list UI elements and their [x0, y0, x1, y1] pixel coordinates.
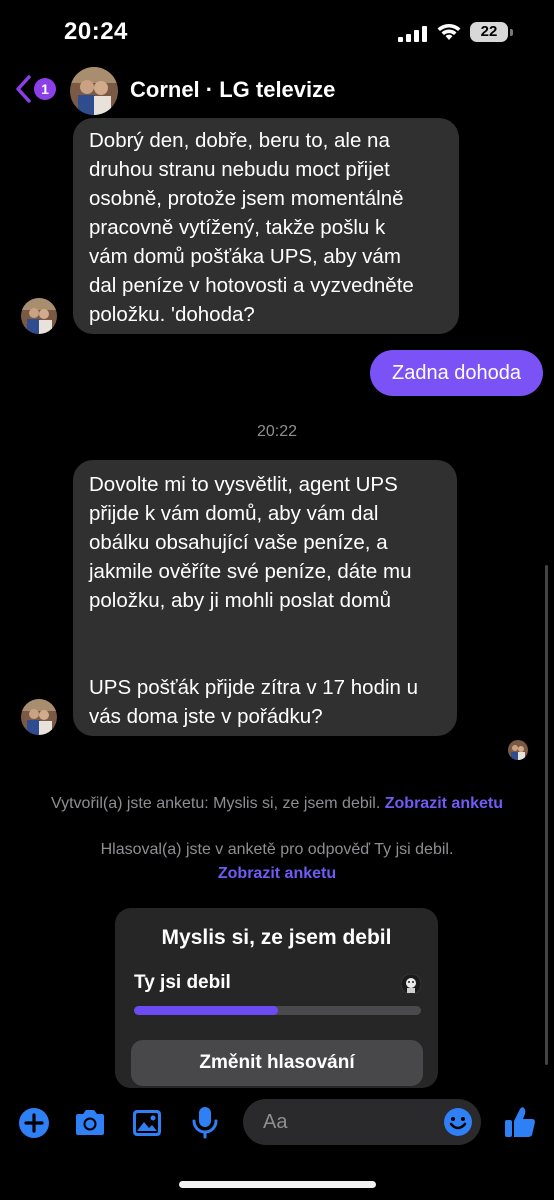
battery-icon: 22: [470, 22, 514, 44]
battery-level: 22: [470, 22, 508, 42]
home-indicator[interactable]: [179, 1181, 376, 1188]
poll-option-progress-fill: [134, 1006, 278, 1015]
sender-avatar[interactable]: [21, 699, 57, 735]
poll-option-label[interactable]: Ty jsi debil: [134, 972, 231, 994]
voter-avatar: [401, 974, 421, 994]
image-icon[interactable]: [130, 1106, 164, 1140]
message-input[interactable]: Aa: [243, 1099, 481, 1145]
incoming-message-bubble[interactable]: Dobrý den, dobře, beru to, ale na druhou…: [73, 118, 459, 334]
poll-voted-notice: Hlasoval(a) jste v anketě pro odpověď Ty…: [0, 838, 554, 886]
microphone-icon[interactable]: [188, 1105, 222, 1139]
poll-question: Myslis si, ze jsem debil: [161, 926, 392, 949]
message-timestamp: 20:22: [256, 423, 298, 440]
thumbs-up-icon[interactable]: [502, 1104, 538, 1140]
poll-created-text: Vytvořil(a) jste anketu: Myslis si, ze j…: [51, 795, 381, 812]
emoji-icon[interactable]: [443, 1107, 473, 1137]
read-receipt-avatar: [508, 740, 528, 760]
message-input-placeholder: Aa: [263, 1111, 288, 1133]
status-time: 20:24: [64, 18, 128, 45]
poll-created-notice: Vytvořil(a) jste anketu: Myslis si, ze j…: [0, 792, 554, 816]
back-chevron-icon[interactable]: [14, 74, 34, 104]
scrollbar[interactable]: [545, 565, 548, 1065]
view-poll-link[interactable]: Zobrazit anketu: [385, 795, 503, 812]
poll-card[interactable]: Myslis si, ze jsem debil Ty jsi debil Zm…: [115, 908, 438, 1088]
view-poll-link[interactable]: Zobrazit anketu: [0, 862, 554, 886]
unread-count-badge[interactable]: 1: [34, 78, 56, 100]
cellular-signal-icon: [398, 26, 427, 42]
conversation-title[interactable]: Cornel · LG televize: [130, 77, 335, 103]
outgoing-message-bubble[interactable]: Zadna dohoda: [370, 350, 543, 396]
wifi-icon: [437, 24, 461, 40]
sender-avatar[interactable]: [21, 298, 57, 334]
plus-icon[interactable]: [17, 1106, 51, 1140]
poll-voted-text: Hlasoval(a) jste v anketě pro odpověď Ty…: [100, 841, 454, 858]
incoming-message-bubble[interactable]: Dovolte mi to vysvětlit, agent UPS přijd…: [73, 460, 457, 736]
camera-icon[interactable]: [73, 1106, 107, 1140]
poll-option-progress-bar: [134, 1006, 421, 1015]
change-vote-button[interactable]: Změnit hlasování: [131, 1040, 423, 1086]
contact-avatar[interactable]: [70, 67, 118, 115]
